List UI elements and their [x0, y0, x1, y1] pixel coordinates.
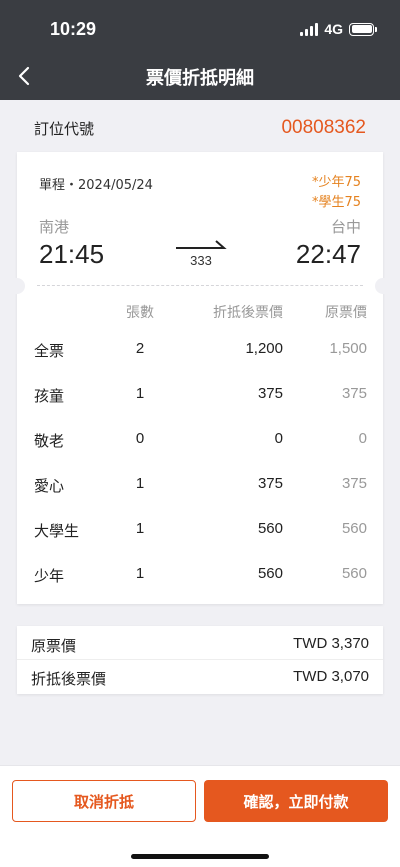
original-price: 0: [358, 430, 367, 447]
original-total-value: TWD 3,370: [293, 635, 369, 652]
top-bar: 10:29 4G 票價折抵明細: [0, 0, 400, 100]
discounted-price: 0: [274, 430, 283, 447]
card-notch: [9, 278, 25, 294]
discounted-price: 560: [257, 565, 283, 582]
ticket-count: 0: [135, 430, 145, 447]
train-number: 333: [190, 253, 212, 268]
network-label: 4G: [324, 21, 343, 37]
table-row: 敬老 0 0 0: [17, 430, 383, 454]
discounted-price: 375: [257, 385, 283, 402]
table-row: 大學生 1 560 560: [17, 520, 383, 544]
ticket-type: 愛心: [34, 477, 65, 495]
original-price: 375: [341, 385, 367, 402]
bottom-action-bar: 取消折抵 確認，立即付款: [0, 765, 400, 867]
ticket-type: 孩童: [34, 387, 65, 405]
battery-icon: [349, 22, 377, 36]
summary-divider: [17, 659, 383, 660]
discount-tag: *少年75: [311, 175, 361, 190]
card-notch: [375, 278, 391, 294]
header-original: 原票價: [325, 305, 367, 321]
price-summary-card: 原票價 TWD 3,370 折抵後票價 TWD 3,070: [17, 626, 383, 694]
discounted-total-label: 折抵後票價: [31, 670, 107, 688]
status-indicators: 4G: [300, 21, 377, 37]
table-row: 孩童 1 375 375: [17, 385, 383, 409]
table-row: 少年 1 560 560: [17, 565, 383, 589]
header-count: 張數: [126, 305, 154, 321]
home-indicator: [131, 854, 269, 859]
discounted-total-value: TWD 3,070: [293, 668, 369, 685]
ticket-type: 敬老: [34, 432, 65, 450]
original-price: 560: [341, 565, 367, 582]
arrival-time: 22:47: [295, 239, 361, 269]
header-discounted: 折抵後票價: [213, 305, 283, 321]
origin-station: 南港: [39, 218, 70, 236]
discount-tag: *學生75: [311, 195, 361, 210]
status-time: 10:29: [50, 19, 97, 39]
ticket-count: 1: [135, 475, 145, 492]
ticket-type: 少年: [34, 567, 65, 585]
order-code-row: 訂位代號 00808362: [34, 117, 366, 139]
original-price: 1,500: [329, 340, 367, 357]
table-row: 全票 2 1,200 1,500: [17, 340, 383, 364]
ticket-type: 全票: [34, 342, 65, 360]
order-code-label: 訂位代號: [34, 119, 95, 138]
departure-time: 21:45: [39, 239, 105, 269]
confirm-pay-button[interactable]: 確認，立即付款: [204, 780, 388, 822]
discounted-total-row: 折抵後票價 TWD 3,070: [31, 668, 369, 689]
ticket-type: 大學生: [34, 522, 80, 540]
trip-type-date: 單程・2024/05/24: [39, 178, 153, 193]
ticket-count: 2: [135, 340, 145, 357]
cancel-discount-button[interactable]: 取消折抵: [12, 780, 196, 822]
order-code-value: 00808362: [281, 117, 366, 138]
discounted-price: 375: [257, 475, 283, 492]
discounted-price: 1,200: [245, 340, 283, 357]
page-title: 票價折抵明細: [146, 68, 254, 89]
discounted-price: 560: [257, 520, 283, 537]
signal-icon: [300, 22, 319, 36]
ticket-count: 1: [135, 385, 145, 402]
destination-station: 台中: [330, 218, 361, 236]
original-total-label: 原票價: [31, 637, 77, 655]
discount-list: *少年75 *學生75: [312, 173, 361, 213]
ticket-count: 1: [135, 520, 145, 537]
table-header: 張數 折抵後票價 原票價: [17, 302, 383, 322]
ticket-count: 1: [135, 565, 145, 582]
dashed-divider: [37, 285, 363, 286]
original-price: 560: [341, 520, 367, 537]
arrow-right-icon: [176, 240, 227, 249]
table-row: 愛心 1 375 375: [17, 475, 383, 499]
ticket-card: 單程・2024/05/24 *少年75 *學生75 南港 台中 21:45 22…: [9, 152, 391, 604]
original-price: 375: [341, 475, 367, 492]
original-total-row: 原票價 TWD 3,370: [31, 635, 369, 656]
